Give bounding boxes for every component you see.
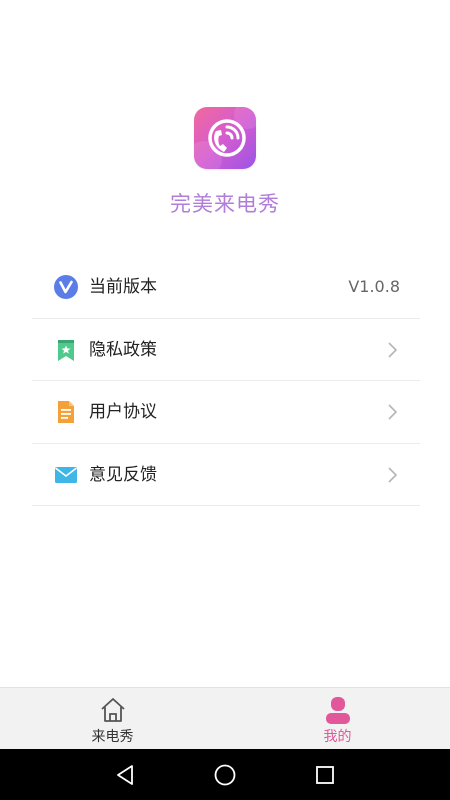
app-name: 完美来电秀 — [170, 192, 280, 216]
tab-call-show[interactable]: 来电秀 — [0, 688, 225, 750]
menu-item-label: 意见反馈 — [89, 464, 157, 485]
menu-item-label: 隐私政策 — [89, 339, 157, 360]
back-icon[interactable] — [112, 762, 138, 788]
menu-item-version[interactable]: 当前版本 V1.0.8 — [32, 256, 420, 319]
system-navigation-bar — [0, 749, 450, 800]
profile-screen: 完美来电秀 当前版本 V1.0.8 隐私政策 用户协议 意见反馈 来电秀 我的 — [0, 0, 450, 800]
envelope-icon — [55, 466, 77, 483]
document-icon — [58, 401, 74, 423]
home-circle-icon[interactable] — [212, 762, 238, 788]
chevron-right-icon — [388, 466, 398, 483]
menu-item-user-agreement[interactable]: 用户协议 — [32, 381, 420, 444]
version-value: V1.0.8 — [348, 277, 400, 296]
tab-label: 我的 — [323, 729, 352, 745]
user-icon — [326, 697, 350, 724]
menu-item-privacy-policy[interactable]: 隐私政策 — [32, 319, 420, 381]
v-badge-icon — [54, 275, 78, 299]
recent-apps-icon[interactable] — [312, 762, 338, 788]
tab-mine[interactable]: 我的 — [225, 688, 450, 750]
app-logo-icon — [194, 107, 256, 169]
menu-item-label: 用户协议 — [89, 402, 157, 422]
chevron-right-icon — [388, 341, 398, 358]
chevron-right-icon — [388, 404, 398, 420]
bookmark-star-icon — [58, 339, 74, 361]
menu-item-label: 当前版本 — [89, 277, 157, 297]
home-icon — [101, 698, 125, 722]
settings-menu: 当前版本 V1.0.8 隐私政策 用户协议 意见反馈 — [32, 256, 420, 506]
bottom-tab-bar: 来电秀 我的 — [0, 687, 450, 749]
tab-label: 来电秀 — [91, 729, 134, 745]
menu-item-feedback[interactable]: 意见反馈 — [32, 444, 420, 506]
